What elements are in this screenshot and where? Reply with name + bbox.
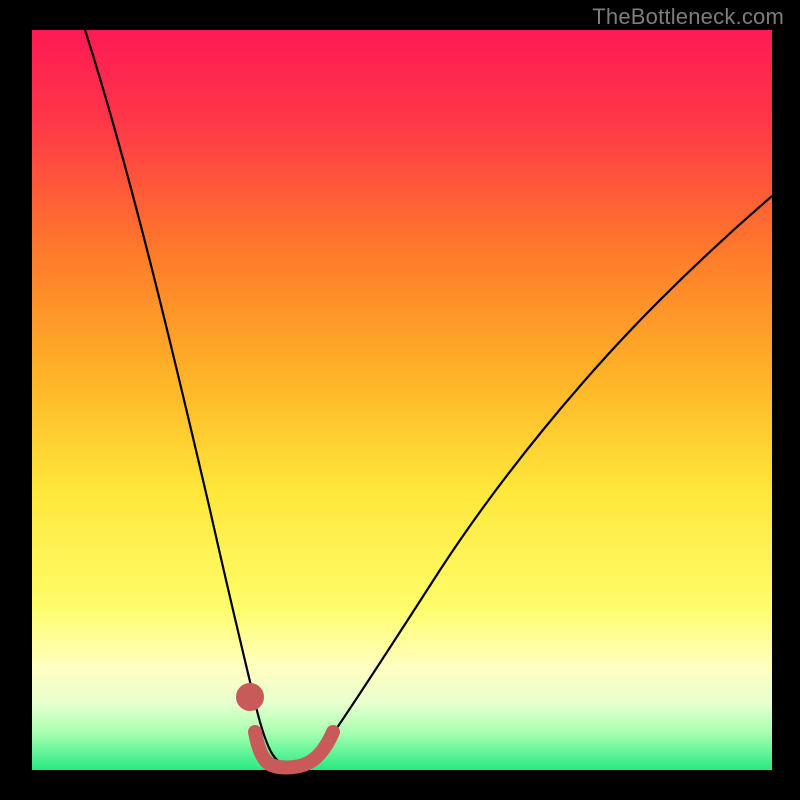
- plot-background: [32, 30, 772, 770]
- bottleneck-chart: [0, 0, 800, 800]
- watermark-text: TheBottleneck.com: [592, 4, 784, 30]
- chart-frame: { "watermark": "TheBottleneck.com", "col…: [0, 0, 800, 800]
- marker-dot: [243, 690, 257, 704]
